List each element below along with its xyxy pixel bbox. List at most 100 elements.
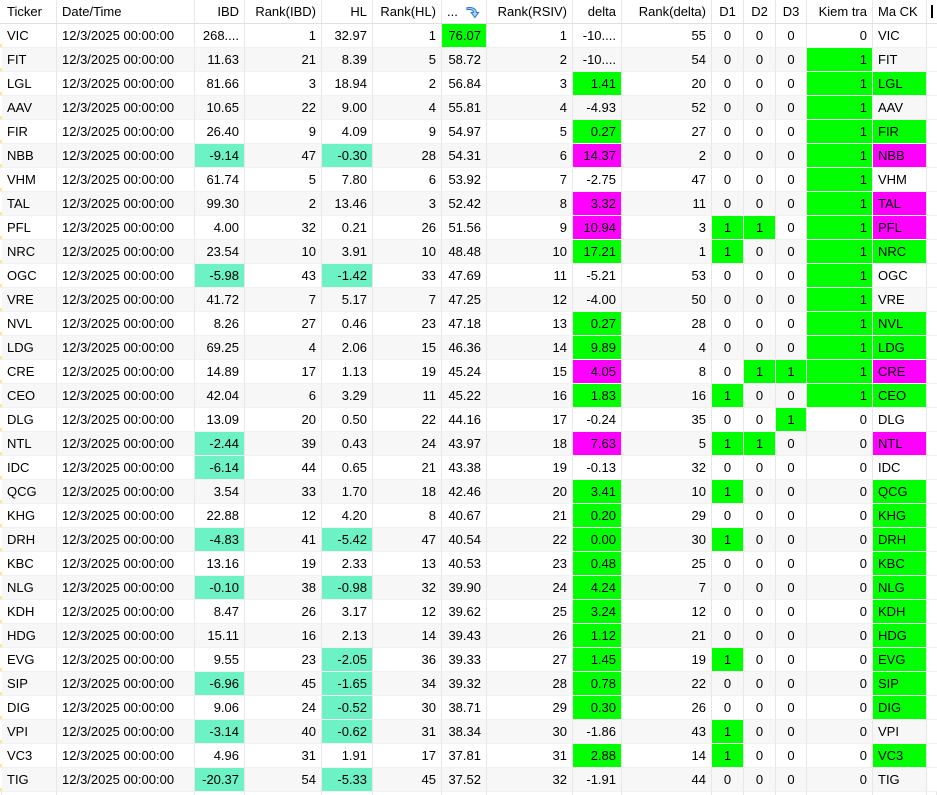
cell-ticker[interactable]: PFL xyxy=(2,216,57,240)
cell-delta[interactable]: 9.89 xyxy=(573,336,622,360)
cell-delta[interactable]: 4.05 xyxy=(573,360,622,384)
cell-d2[interactable]: 0 xyxy=(744,312,776,336)
cell-delta[interactable]: 0.00 xyxy=(573,528,622,552)
cell-rank-delta[interactable]: 14 xyxy=(622,744,712,768)
cell-rank-ibd[interactable]: 6 xyxy=(245,384,322,408)
cell-kiem-tra[interactable]: 1 xyxy=(807,288,873,312)
cell-ticker[interactable]: DRH xyxy=(2,528,57,552)
cell-datetime[interactable]: 12/3/2025 00:00:00 xyxy=(57,720,195,744)
cell-rsiv[interactable]: 38.71 xyxy=(442,696,487,720)
cell-datetime[interactable]: 12/3/2025 00:00:00 xyxy=(57,24,195,48)
cell-d3[interactable]: 0 xyxy=(776,576,807,600)
cell-rank-ibd[interactable]: 47 xyxy=(245,144,322,168)
column-header-rank-ibd[interactable]: Rank(IBD) xyxy=(245,0,322,24)
cell-ticker[interactable]: VIC xyxy=(2,24,57,48)
column-header-datetime[interactable]: Date/Time xyxy=(57,0,195,24)
cell-d3[interactable]: 0 xyxy=(776,504,807,528)
cell-rank-rsiv[interactable]: 14 xyxy=(487,336,573,360)
cell-ma-ck[interactable]: VC3 xyxy=(873,744,927,768)
cell-rank-hl[interactable]: 26 xyxy=(373,216,442,240)
cell-d2[interactable]: 0 xyxy=(744,456,776,480)
column-header-ibd[interactable]: IBD xyxy=(195,0,245,24)
cell-kiem-tra[interactable]: 1 xyxy=(807,336,873,360)
cell-ibd[interactable]: 9.55 xyxy=(195,648,245,672)
cell-d1[interactable]: 1 xyxy=(712,744,744,768)
cell-rsiv[interactable]: 39.33 xyxy=(442,648,487,672)
cell-ma-ck[interactable]: NRC xyxy=(873,240,927,264)
cell-d2[interactable]: 0 xyxy=(744,240,776,264)
cell-rank-rsiv[interactable]: 20 xyxy=(487,480,573,504)
cell-rank-rsiv[interactable]: 22 xyxy=(487,528,573,552)
column-header-d2[interactable]: D2 xyxy=(744,0,776,24)
cell-d3[interactable]: 0 xyxy=(776,312,807,336)
cell-rank-ibd[interactable]: 5 xyxy=(245,168,322,192)
cell-hl[interactable]: 0.43 xyxy=(322,432,373,456)
cell-rank-ibd[interactable]: 12 xyxy=(245,504,322,528)
cell-rank-rsiv[interactable]: 13 xyxy=(487,312,573,336)
cell-kiem-tra[interactable]: 0 xyxy=(807,624,873,648)
cell-d2[interactable]: 0 xyxy=(744,72,776,96)
cell-rank-delta[interactable]: 12 xyxy=(622,600,712,624)
cell-d1[interactable]: 1 xyxy=(712,480,744,504)
column-header-d3[interactable]: D3 xyxy=(776,0,807,24)
cell-kiem-tra[interactable]: 1 xyxy=(807,168,873,192)
cell-d1[interactable]: 1 xyxy=(712,384,744,408)
cell-ma-ck[interactable]: VIC xyxy=(873,24,927,48)
cell-ibd[interactable]: 42.04 xyxy=(195,384,245,408)
cell-delta[interactable]: 3.41 xyxy=(573,480,622,504)
cell-d3[interactable]: 0 xyxy=(776,144,807,168)
cell-ibd[interactable]: -9.14 xyxy=(195,144,245,168)
cell-rank-delta[interactable]: 54 xyxy=(622,48,712,72)
cell-datetime[interactable]: 12/3/2025 00:00:00 xyxy=(57,360,195,384)
column-header-rsiv[interactable]: ... xyxy=(442,0,487,24)
cell-rsiv[interactable]: 39.62 xyxy=(442,600,487,624)
cell-rank-rsiv[interactable]: 32 xyxy=(487,768,573,792)
cell-rsiv[interactable]: 37.52 xyxy=(442,768,487,792)
cell-d3[interactable]: 0 xyxy=(776,648,807,672)
cell-rank-delta[interactable]: 3 xyxy=(622,216,712,240)
cell-ticker[interactable]: NVL xyxy=(2,312,57,336)
cell-kiem-tra[interactable]: 1 xyxy=(807,384,873,408)
cell-rank-ibd[interactable]: 45 xyxy=(245,672,322,696)
cell-hl[interactable]: 7.80 xyxy=(322,168,373,192)
cell-d1[interactable]: 0 xyxy=(712,288,744,312)
cell-rank-hl[interactable]: 19 xyxy=(373,360,442,384)
cell-delta[interactable]: -1.91 xyxy=(573,768,622,792)
cell-hl[interactable]: -1.65 xyxy=(322,672,373,696)
cell-kiem-tra[interactable]: 0 xyxy=(807,696,873,720)
cell-rank-ibd[interactable]: 54 xyxy=(245,768,322,792)
cell-ticker[interactable]: KHG xyxy=(2,504,57,528)
column-header-rank-rsiv[interactable]: Rank(RSIV) xyxy=(487,0,573,24)
cell-hl[interactable]: 0.50 xyxy=(322,408,373,432)
cell-rank-delta[interactable]: 27 xyxy=(622,120,712,144)
cell-rsiv[interactable]: 45.22 xyxy=(442,384,487,408)
cell-ticker[interactable]: AAV xyxy=(2,96,57,120)
cell-datetime[interactable]: 12/3/2025 00:00:00 xyxy=(57,528,195,552)
cell-rank-ibd[interactable]: 21 xyxy=(245,48,322,72)
cell-d3[interactable]: 0 xyxy=(776,744,807,768)
cell-d3[interactable]: 0 xyxy=(776,528,807,552)
cell-d1[interactable]: 0 xyxy=(712,672,744,696)
cell-rank-delta[interactable]: 53 xyxy=(622,264,712,288)
cell-rank-delta[interactable]: 8 xyxy=(622,360,712,384)
cell-rank-delta[interactable]: 30 xyxy=(622,528,712,552)
cell-rank-hl[interactable]: 3 xyxy=(373,192,442,216)
cell-hl[interactable]: 5.17 xyxy=(322,288,373,312)
cell-rank-rsiv[interactable]: 12 xyxy=(487,288,573,312)
cell-delta[interactable]: 0.27 xyxy=(573,120,622,144)
cell-rank-delta[interactable]: 50 xyxy=(622,288,712,312)
cell-rank-hl[interactable]: 8 xyxy=(373,504,442,528)
cell-d2[interactable]: 1 xyxy=(744,360,776,384)
cell-hl[interactable]: 32.97 xyxy=(322,24,373,48)
cell-datetime[interactable]: 12/3/2025 00:00:00 xyxy=(57,768,195,792)
cell-ma-ck[interactable]: DIG xyxy=(873,696,927,720)
cell-d1[interactable]: 0 xyxy=(712,336,744,360)
cell-rank-delta[interactable]: 21 xyxy=(622,624,712,648)
cell-rank-rsiv[interactable]: 17 xyxy=(487,408,573,432)
cell-d2[interactable]: 0 xyxy=(744,600,776,624)
cell-rank-delta[interactable]: 55 xyxy=(622,24,712,48)
cell-rsiv[interactable]: 39.90 xyxy=(442,576,487,600)
cell-hl[interactable]: -0.30 xyxy=(322,144,373,168)
cell-delta[interactable]: -10.... xyxy=(573,24,622,48)
cell-d2[interactable]: 0 xyxy=(744,768,776,792)
